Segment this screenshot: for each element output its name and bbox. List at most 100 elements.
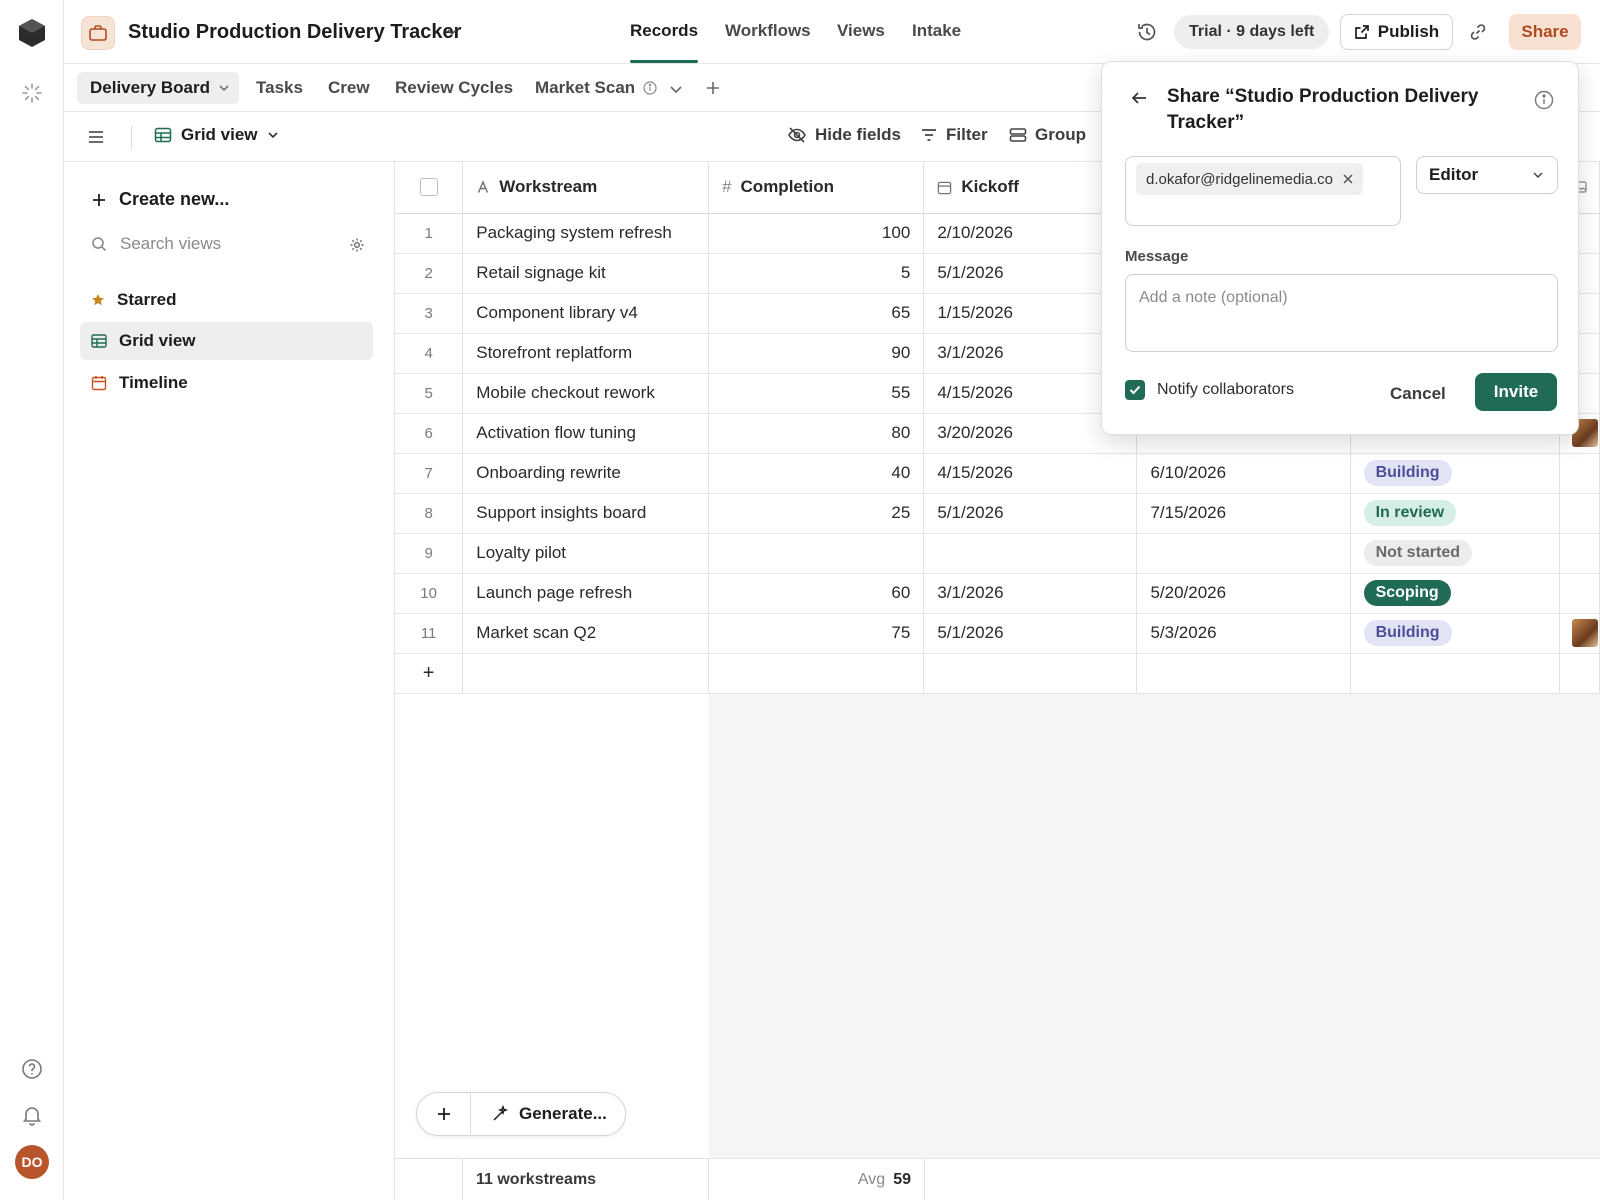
role-select[interactable]: Editor — [1416, 156, 1558, 194]
help-icon[interactable] — [21, 1058, 43, 1080]
add-row-plus-icon[interactable]: + — [395, 653, 464, 694]
hide-fields-button[interactable]: Hide fields — [787, 125, 901, 145]
share-button[interactable]: Share — [1509, 14, 1581, 50]
completion-cell[interactable]: 80 — [708, 413, 925, 454]
completion-cell[interactable]: 5 — [708, 253, 925, 294]
workstream-cell[interactable]: Market scan Q2 — [462, 613, 710, 654]
history-icon[interactable] — [1136, 21, 1158, 43]
completion-cell[interactable]: 100 — [708, 213, 925, 254]
workstream-cell[interactable]: Storefront replatform — [462, 333, 710, 374]
add-row-cell[interactable] — [1350, 653, 1560, 694]
add-row-cell[interactable] — [1136, 653, 1351, 694]
table-row[interactable]: 8 Support insights board 25 5/1/2026 7/15/20… — [395, 493, 1600, 534]
completion-cell[interactable]: 40 — [708, 453, 925, 494]
more-tables-chevron-icon[interactable] — [669, 82, 683, 96]
cancel-button[interactable]: Cancel — [1390, 384, 1446, 404]
notify-checkbox[interactable] — [1125, 380, 1145, 400]
table-row[interactable]: 9 Loyalty pilot Not started — [395, 533, 1600, 574]
kickoff-cell[interactable]: 5/1/2026 — [923, 613, 1138, 654]
workstream-cell[interactable]: Activation flow tuning — [462, 413, 710, 454]
trial-badge[interactable]: Trial · 9 days left — [1174, 15, 1330, 49]
notify-collaborators-toggle[interactable]: Notify collaborators — [1125, 380, 1294, 400]
status-cell[interactable]: In review — [1350, 493, 1560, 534]
base-briefcase-icon[interactable] — [81, 16, 115, 50]
workstream-cell[interactable]: Mobile checkout rework — [462, 373, 710, 414]
view-switcher[interactable]: Grid view — [154, 125, 279, 145]
add-row-cell[interactable] — [708, 653, 925, 694]
sidebar-item-timeline[interactable]: Timeline — [80, 364, 373, 402]
workstream-cell[interactable]: Retail signage kit — [462, 253, 710, 294]
column-header-completion[interactable]: # Completion — [708, 162, 925, 214]
workstream-cell[interactable]: Support insights board — [462, 493, 710, 534]
add-row-cell[interactable] — [462, 653, 710, 694]
add-row-cell[interactable] — [1559, 653, 1600, 694]
attachment-cell[interactable] — [1559, 613, 1600, 654]
status-cell[interactable]: Scoping — [1350, 573, 1560, 614]
status-cell[interactable]: Building — [1350, 613, 1560, 654]
select-all-header[interactable] — [395, 162, 464, 214]
due-date-cell[interactable]: 6/10/2026 — [1136, 453, 1351, 494]
chevron-down-icon[interactable] — [446, 26, 458, 38]
settings-gear-icon[interactable] — [349, 237, 365, 253]
workstream-cell[interactable]: Component library v4 — [462, 293, 710, 334]
add-row[interactable]: + — [395, 653, 1600, 694]
attachment-thumbnail[interactable] — [1571, 619, 1598, 647]
table-row[interactable]: 11 Market scan Q2 75 5/1/2026 5/3/2026 Buildi… — [395, 613, 1600, 654]
summary-count[interactable]: 11 workstreams — [463, 1159, 709, 1200]
summary-average[interactable]: Avg 59 — [709, 1159, 925, 1200]
activity-spinner-icon[interactable] — [22, 83, 42, 103]
info-icon[interactable] — [1534, 90, 1554, 110]
due-date-cell[interactable]: 7/15/2026 — [1136, 493, 1351, 534]
table-tab-market-scan[interactable]: Market Scan — [535, 78, 657, 98]
sidebar-item-grid-view[interactable]: Grid view — [80, 322, 373, 360]
table-row[interactable]: 7 Onboarding rewrite 40 4/15/2026 6/10/2026 B… — [395, 453, 1600, 494]
create-new-button[interactable]: Create new... — [91, 189, 229, 210]
nav-tab-records[interactable]: Records — [630, 21, 698, 41]
workstream-cell[interactable]: Packaging system refresh — [462, 213, 710, 254]
back-arrow-icon[interactable] — [1130, 90, 1148, 106]
completion-cell[interactable]: 90 — [708, 333, 925, 374]
table-tab-review-cycles[interactable]: Review Cycles — [395, 78, 513, 98]
message-textarea[interactable]: Add a note (optional) — [1125, 274, 1558, 352]
completion-cell[interactable] — [708, 533, 925, 574]
select-all-checkbox[interactable] — [419, 178, 438, 197]
hamburger-menu-icon[interactable] — [87, 129, 105, 145]
invite-email-field[interactable]: d.okafor@ridgelinemedia.co — [1125, 156, 1401, 226]
add-row-cell[interactable] — [923, 653, 1138, 694]
completion-cell[interactable]: 65 — [708, 293, 925, 334]
publish-button[interactable]: Publish — [1340, 14, 1453, 50]
table-row[interactable]: 10 Launch page refresh 60 3/1/2026 5/20/2026… — [395, 573, 1600, 614]
workstream-cell[interactable]: Loyalty pilot — [462, 533, 710, 574]
attachment-cell[interactable] — [1559, 573, 1600, 614]
table-tab-tasks[interactable]: Tasks — [256, 78, 303, 98]
add-table-plus-icon[interactable] — [705, 80, 721, 96]
sidebar-item-starred[interactable]: Starred — [80, 281, 373, 319]
due-date-cell[interactable]: 5/20/2026 — [1136, 573, 1351, 614]
group-button[interactable]: Group — [1009, 125, 1086, 145]
user-avatar[interactable]: DO — [15, 1145, 49, 1179]
search-views[interactable]: Search views — [91, 234, 365, 254]
completion-cell[interactable]: 60 — [708, 573, 925, 614]
generate-button[interactable]: Generate... — [471, 1104, 625, 1124]
remove-x-icon[interactable] — [1343, 174, 1353, 184]
nav-tab-workflows[interactable]: Workflows — [725, 21, 811, 41]
status-cell[interactable]: Not started — [1350, 533, 1560, 574]
add-record-button[interactable] — [417, 1093, 471, 1135]
notifications-bell-icon[interactable] — [21, 1104, 43, 1126]
kickoff-cell[interactable]: 4/15/2026 — [923, 453, 1138, 494]
base-title[interactable]: Studio Production Delivery Tracker — [128, 21, 461, 44]
app-logo-icon[interactable] — [18, 18, 46, 48]
email-chip[interactable]: d.okafor@ridgelinemedia.co — [1136, 163, 1363, 195]
invite-button[interactable]: Invite — [1475, 373, 1557, 411]
nav-tab-views[interactable]: Views — [837, 21, 885, 41]
table-tab-delivery-board[interactable]: Delivery Board — [77, 72, 239, 104]
completion-cell[interactable]: 55 — [708, 373, 925, 414]
status-cell[interactable]: Building — [1350, 453, 1560, 494]
attachment-cell[interactable] — [1559, 453, 1600, 494]
table-tab-crew[interactable]: Crew — [328, 78, 370, 98]
search-views-input[interactable]: Search views — [120, 234, 221, 254]
nav-tab-intake[interactable]: Intake — [912, 21, 961, 41]
attachment-cell[interactable] — [1559, 493, 1600, 534]
kickoff-cell[interactable] — [923, 533, 1138, 574]
due-date-cell[interactable] — [1136, 533, 1351, 574]
